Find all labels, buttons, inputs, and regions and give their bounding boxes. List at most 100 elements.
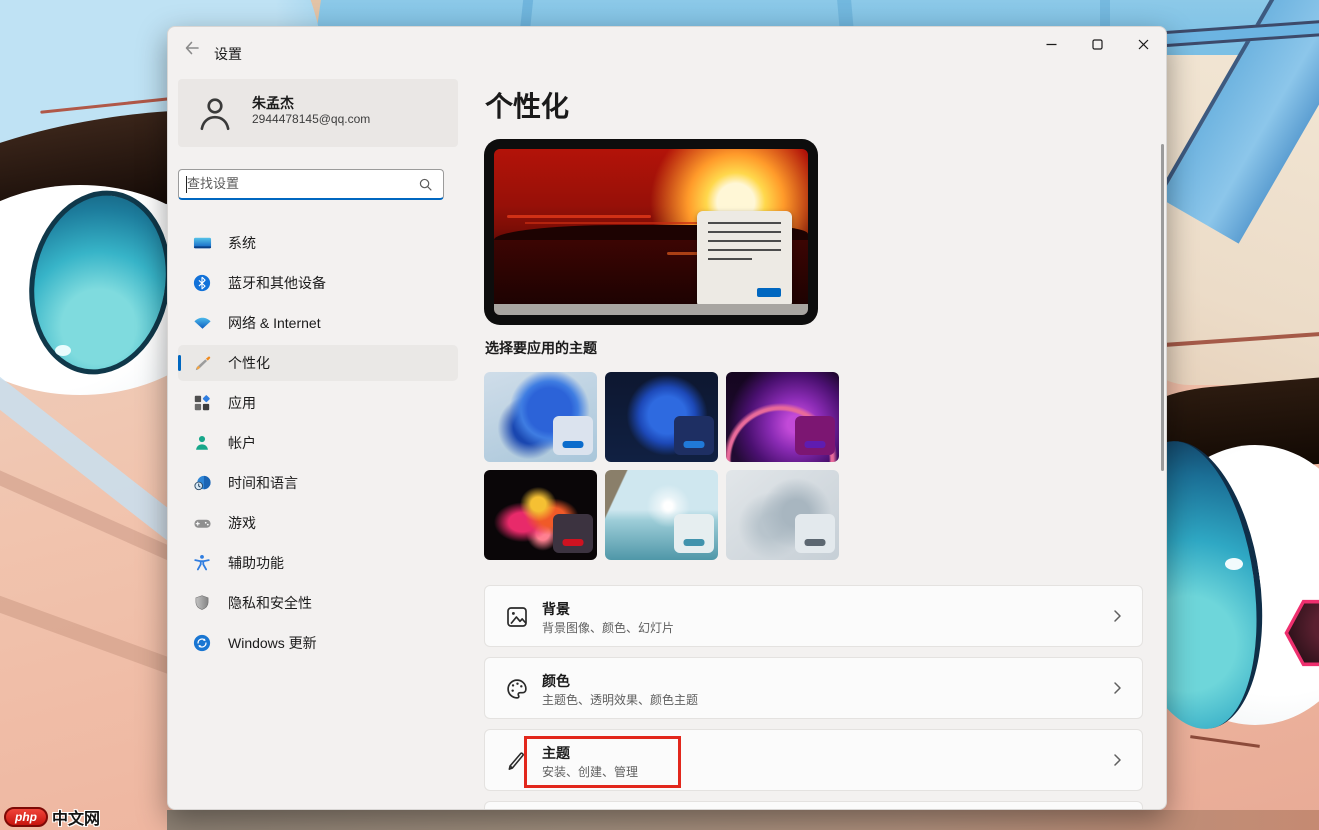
back-button[interactable] (176, 35, 208, 61)
theme-mini-card (553, 416, 593, 455)
search-input[interactable] (187, 170, 407, 197)
system-icon (192, 233, 212, 253)
wallpaper-bottom-strip (167, 810, 1319, 830)
theme-preview-wallpaper (494, 149, 808, 315)
time-language-icon (192, 473, 212, 493)
windows-update-icon (192, 633, 212, 653)
maximize-button[interactable] (1074, 27, 1120, 61)
sidebar-item-label: 隐私和安全性 (228, 593, 312, 613)
settings-row-colors[interactable]: 颜色 主题色、透明效果、颜色主题 (484, 657, 1143, 719)
wallpaper-iris-highlight (55, 345, 71, 356)
sidebar-item-label: 网络 & Internet (228, 313, 321, 333)
color-palette-icon (505, 677, 529, 701)
sidebar-item-accounts[interactable]: 帐户 (178, 425, 458, 461)
window-controls (1028, 27, 1166, 61)
back-arrow-icon (184, 40, 200, 56)
preview-text-line (708, 222, 781, 224)
sidebar-nav: 系统 蓝牙和其他设备 网络 & Internet (178, 225, 458, 665)
apps-icon (192, 393, 212, 413)
row-subtitle: 背景图像、颜色、幻灯片 (542, 619, 674, 636)
page-title: 个性化 (485, 85, 569, 125)
theme-thumbnail-windows-bloom-light[interactable] (484, 372, 597, 462)
theme-thumbnail-white-flow[interactable] (726, 470, 839, 560)
sidebar-item-label: 游戏 (228, 513, 256, 533)
bluetooth-icon (192, 273, 212, 293)
window-title: 设置 (214, 44, 242, 64)
theme-mini-button (805, 441, 826, 448)
theme-mini-button (563, 539, 584, 546)
close-icon (1138, 39, 1149, 50)
site-watermark: php 中文网 (4, 805, 100, 829)
personalization-icon (192, 353, 212, 373)
sidebar-item-time-language[interactable]: 时间和语言 (178, 465, 458, 501)
window-scrollbar[interactable] (1161, 144, 1164, 471)
sidebar-item-personalization[interactable]: 个性化 (178, 345, 458, 381)
minimize-icon (1046, 39, 1057, 50)
search-icon (418, 177, 433, 192)
sidebar-item-label: 帐户 (228, 433, 256, 453)
search-box (178, 169, 444, 200)
avatar-icon (194, 92, 236, 134)
background-image-icon (505, 605, 529, 629)
sidebar-item-label: 个性化 (228, 353, 270, 373)
wallpaper-lowerlash-right (1190, 735, 1260, 748)
chevron-right-icon (1110, 752, 1124, 768)
sidebar-item-gaming[interactable]: 游戏 (178, 505, 458, 541)
settings-row-background[interactable]: 背景 背景图像、颜色、幻灯片 (484, 585, 1143, 647)
desktop: 惊 php 中文网 设置 (0, 0, 1319, 830)
theme-mini-button (684, 539, 705, 546)
settings-window: 设置 (167, 26, 1167, 810)
row-title: 背景 (542, 599, 570, 619)
row-title: 颜色 (542, 671, 570, 691)
sidebar-item-bluetooth[interactable]: 蓝牙和其他设备 (178, 265, 458, 301)
theme-mini-button (684, 441, 705, 448)
preview-taskbar (494, 304, 808, 315)
profile-name: 朱孟杰 (252, 93, 294, 113)
close-button[interactable] (1120, 27, 1166, 61)
theme-mini-card (674, 514, 714, 553)
sidebar-item-privacy[interactable]: 隐私和安全性 (178, 585, 458, 621)
themes-section-label: 选择要应用的主题 (485, 338, 597, 358)
theme-thumbnail-windows-bloom-dark[interactable] (605, 372, 718, 462)
profile-email: 2944478145@qq.com (252, 112, 370, 126)
sidebar-item-windows-update[interactable]: Windows 更新 (178, 625, 458, 661)
minimize-button[interactable] (1028, 27, 1074, 61)
preview-window-card (697, 211, 792, 308)
accounts-icon (192, 433, 212, 453)
sidebar-item-network[interactable]: 网络 & Internet (178, 305, 458, 341)
theme-preview-monitor (484, 139, 818, 325)
preview-text-line (708, 240, 781, 242)
annotation-box (524, 736, 681, 788)
sidebar-item-label: Windows 更新 (228, 633, 317, 653)
php-logo: php (4, 807, 48, 827)
sidebar-item-label: 时间和语言 (228, 473, 298, 493)
theme-thumbnail-colorful-flower[interactable] (484, 470, 597, 560)
sidebar-item-accessibility[interactable]: 辅助功能 (178, 545, 458, 581)
sidebar-item-apps[interactable]: 应用 (178, 385, 458, 421)
network-icon (192, 313, 212, 333)
sidebar-item-label: 应用 (228, 393, 256, 413)
wallpaper-iris-highlight (1225, 558, 1243, 570)
preview-cloud-streak (507, 215, 651, 218)
titlebar[interactable]: 设置 (168, 27, 1166, 67)
profile-card[interactable]: 朱孟杰 2944478145@qq.com (178, 79, 458, 147)
settings-row-partial[interactable] (484, 801, 1143, 810)
theme-thumbnail-sunrise-coast[interactable] (605, 470, 718, 560)
theme-mini-card (674, 416, 714, 455)
site-name: 中文网 (52, 805, 100, 829)
maximize-icon (1092, 39, 1103, 50)
sidebar-item-system[interactable]: 系统 (178, 225, 458, 261)
row-subtitle: 主题色、透明效果、颜色主题 (542, 691, 698, 708)
theme-mini-card (553, 514, 593, 553)
sidebar-item-label: 辅助功能 (228, 553, 284, 573)
sidebar-item-label: 系统 (228, 233, 256, 253)
theme-mini-button (563, 441, 584, 448)
theme-thumbnail-purple-glow[interactable] (726, 372, 839, 462)
chevron-right-icon (1110, 680, 1124, 696)
preview-text-line (708, 231, 781, 233)
theme-mini-button (805, 539, 826, 546)
theme-mini-card (795, 416, 835, 455)
preview-cloud-streak (525, 222, 713, 224)
preview-accent-button (757, 288, 781, 297)
chevron-right-icon (1110, 608, 1124, 624)
